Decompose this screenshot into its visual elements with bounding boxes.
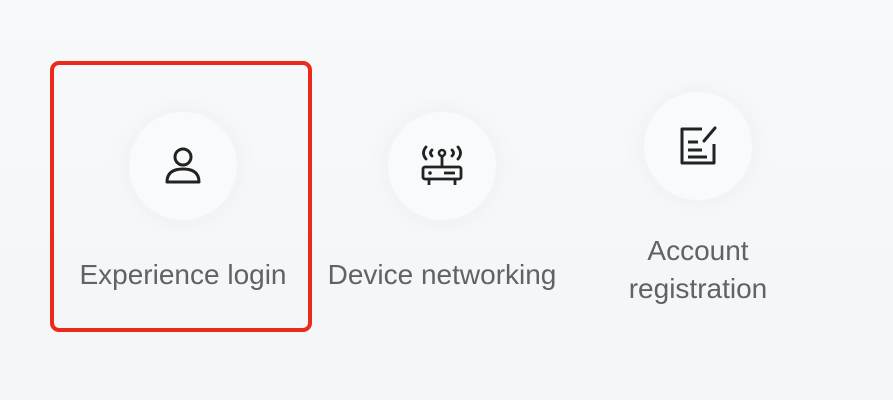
experience-login-option[interactable]: Experience login <box>66 112 300 294</box>
experience-login-label: Experience login <box>79 259 287 290</box>
experience-login-icon-circle <box>129 112 237 220</box>
device-networking-option[interactable]: Device networking <box>313 112 571 294</box>
account-registration-icon-circle <box>644 92 752 200</box>
device-networking-label: Device networking <box>327 259 557 290</box>
user-icon <box>165 147 201 184</box>
router-icon <box>421 145 463 185</box>
account-registration-label-line-1: Account <box>647 235 749 266</box>
account-registration-label-line-2: registration <box>628 273 768 304</box>
account-registration-label: Account registration <box>629 232 768 308</box>
account-registration-option[interactable]: Account registration <box>598 92 798 308</box>
edit-document-icon <box>680 126 717 165</box>
device-networking-icon-circle <box>388 112 496 220</box>
